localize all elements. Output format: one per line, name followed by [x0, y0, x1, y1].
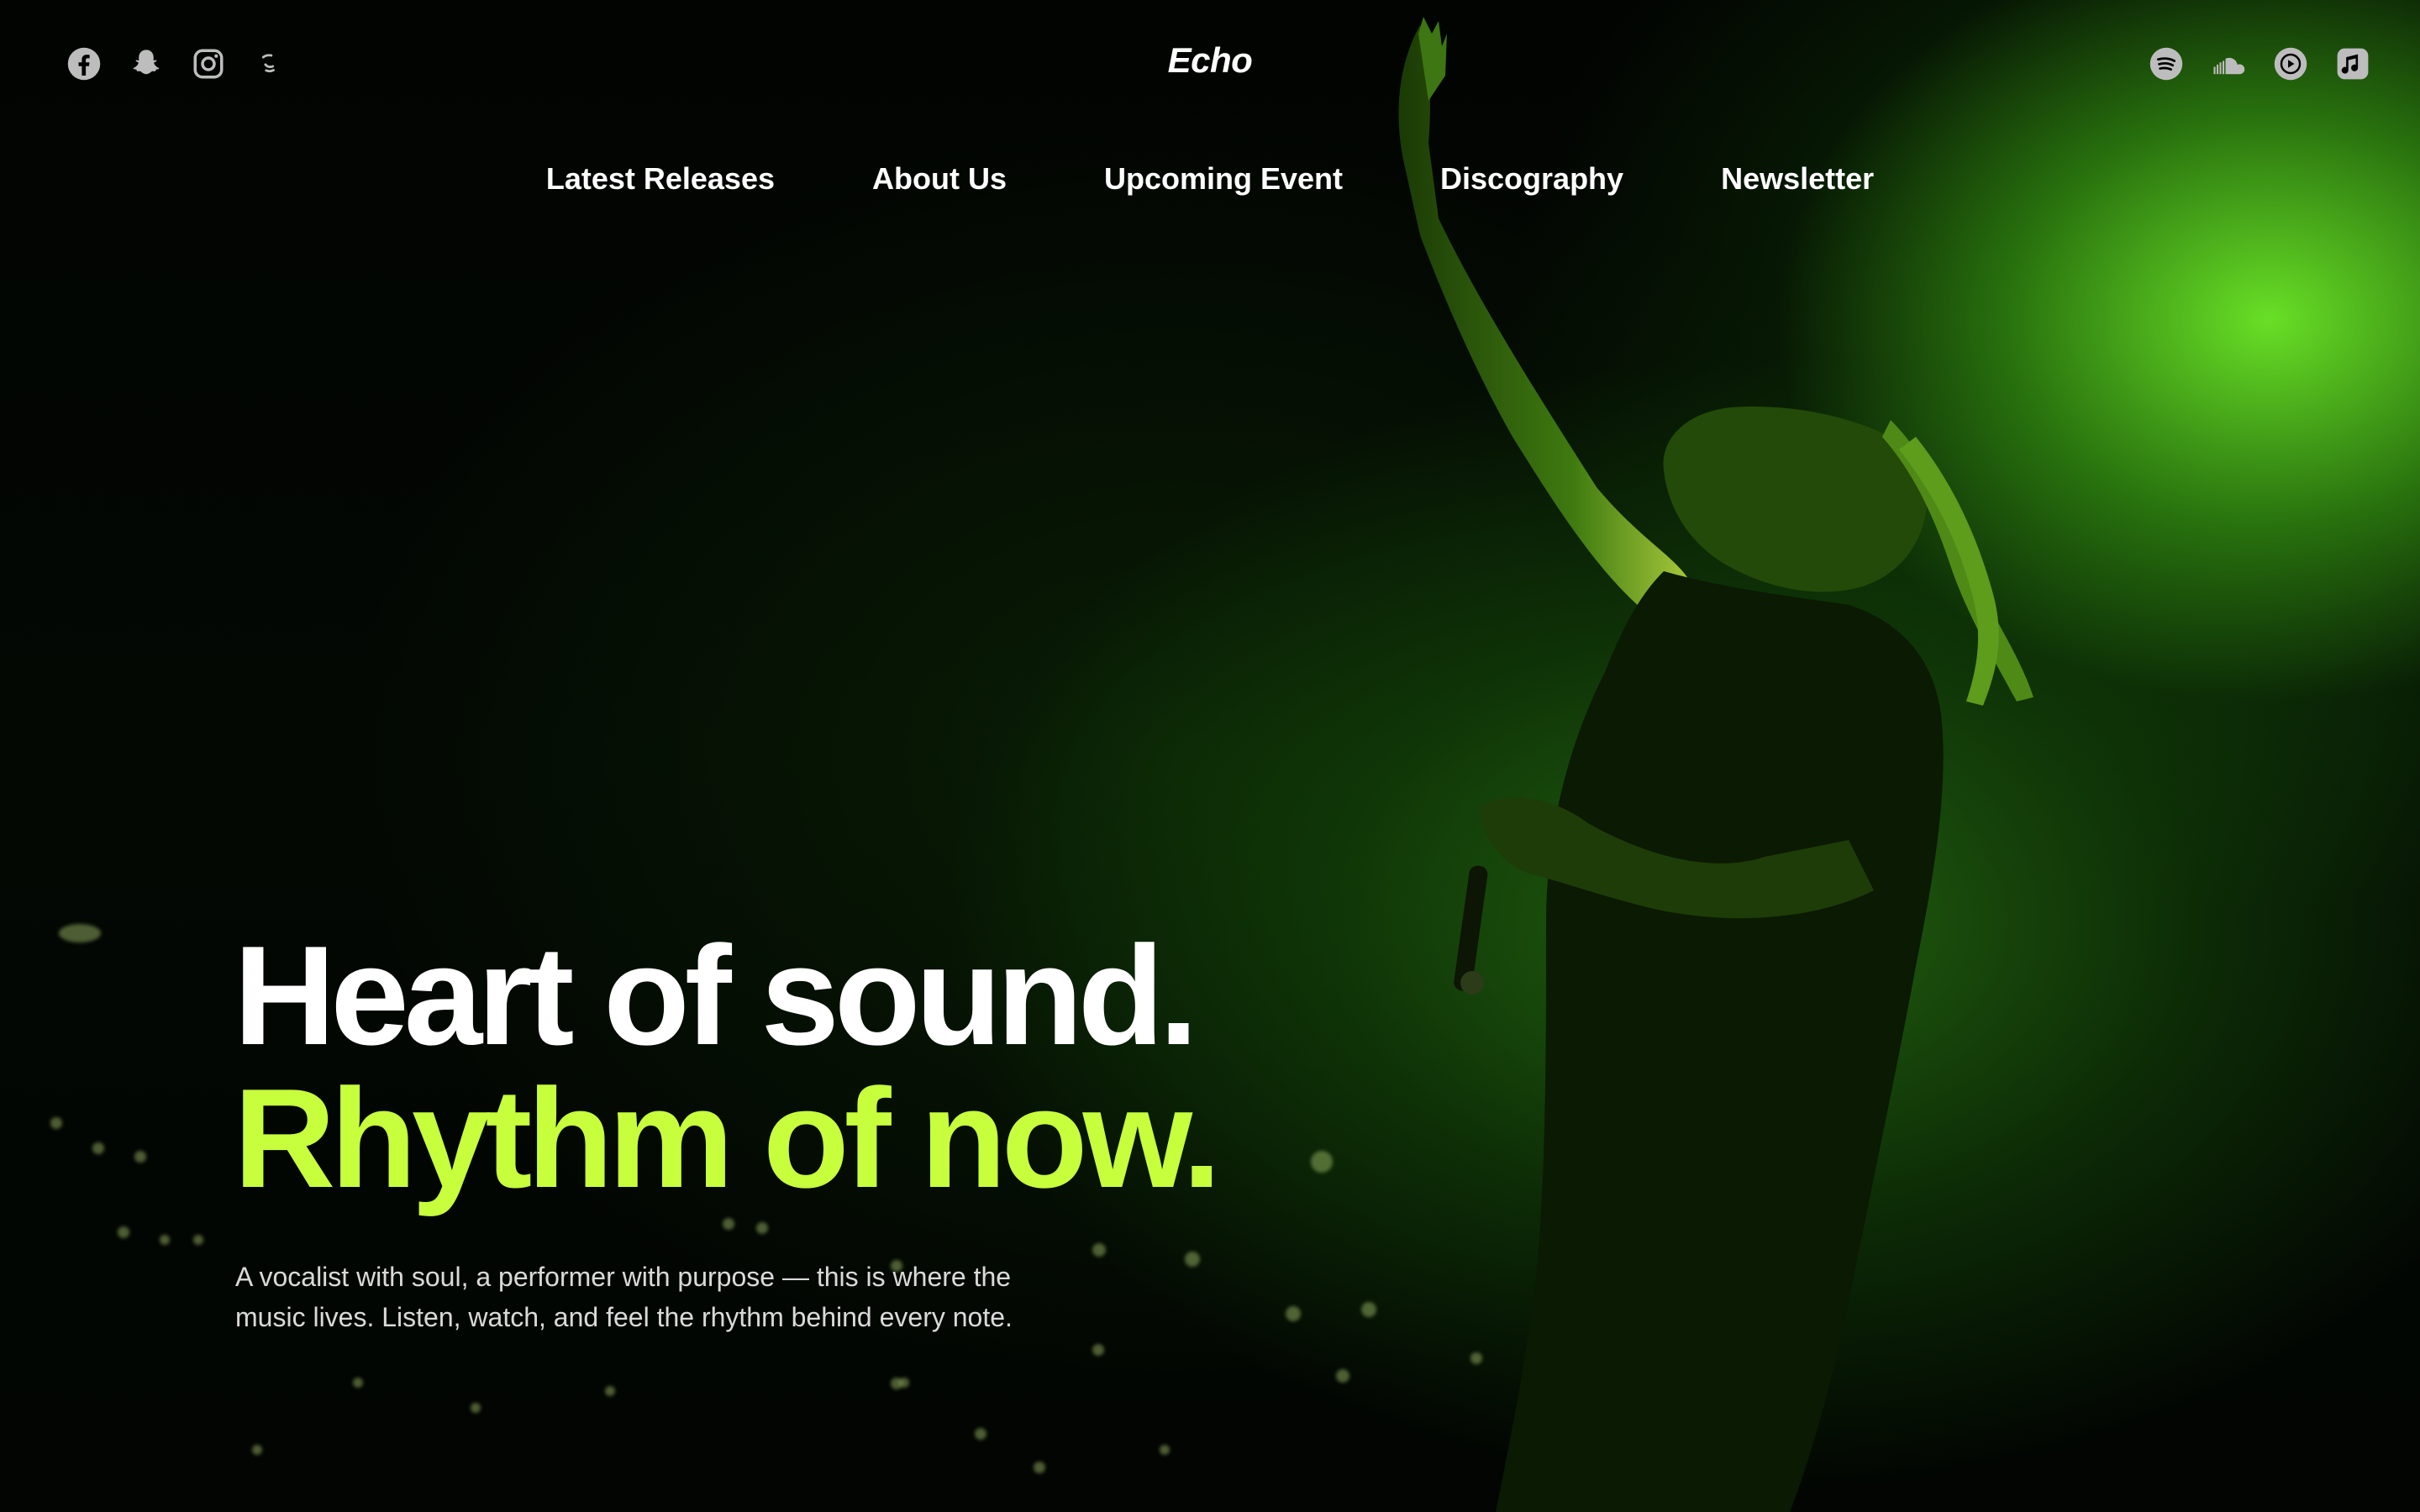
apple-music-icon[interactable] [2334, 45, 2371, 82]
brand-logo[interactable]: Echo [0, 40, 2420, 81]
nav-item-discography[interactable]: Discography [1440, 161, 1623, 197]
headline-line-2: Rhythm of now. [234, 1059, 1222, 1217]
headline-line-1: Heart of sound. [234, 916, 1198, 1074]
nav-item-newsletter[interactable]: Newsletter [1721, 161, 1874, 197]
streaming-links-right [2148, 45, 2371, 82]
nav-item-upcoming-event[interactable]: Upcoming Event [1104, 161, 1343, 197]
soundcloud-icon[interactable] [2210, 45, 2247, 82]
main-nav: Latest Releases About Us Upcoming Event … [0, 161, 2420, 197]
nav-item-about-us[interactable]: About Us [872, 161, 1007, 197]
hero-description: A vocalist with soul, a performer with p… [235, 1262, 1013, 1332]
top-bar: Echo [0, 0, 2420, 134]
nav-item-latest-releases[interactable]: Latest Releases [546, 161, 775, 197]
youtube-music-icon[interactable] [2272, 45, 2309, 82]
spotify-icon[interactable] [2148, 45, 2185, 82]
hero-headline: Heart of sound. Rhythm of now. [234, 916, 1222, 1217]
